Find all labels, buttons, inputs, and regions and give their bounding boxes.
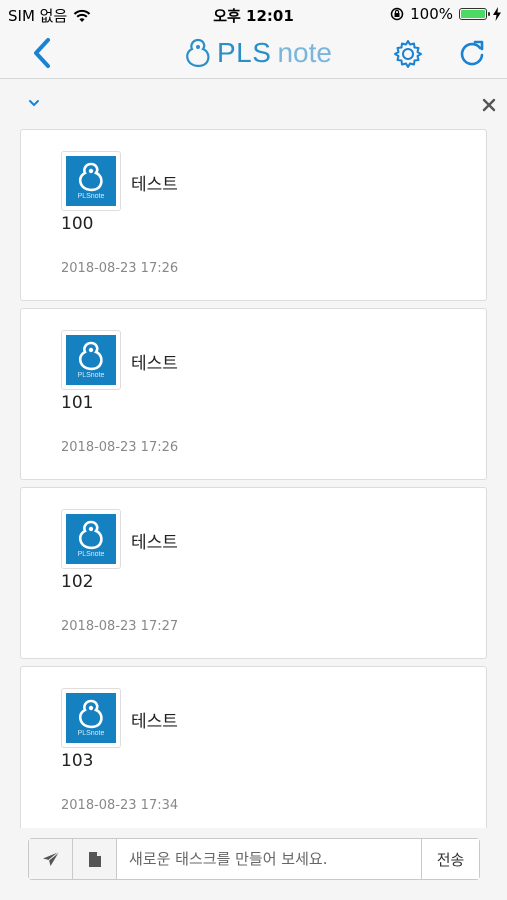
paper-plane-icon xyxy=(42,851,59,866)
card-author: 테스트 xyxy=(131,533,178,553)
task-card[interactable]: PLSnote 테스트 102 2018-08-23 17:27 xyxy=(20,487,487,659)
logo-mark-icon xyxy=(78,162,103,192)
battery-percent: 100% xyxy=(410,5,453,23)
chevron-down-icon[interactable] xyxy=(27,98,41,108)
status-right: 100% xyxy=(390,5,501,23)
file-icon xyxy=(88,851,101,867)
task-card[interactable]: PLSnote 테스트 101 2018-08-23 17:26 xyxy=(20,308,487,480)
app-avatar-image: PLSnote xyxy=(66,335,116,385)
avatar-caption: PLSnote xyxy=(77,551,105,558)
app-avatar-image: PLSnote xyxy=(66,156,116,206)
logo-mark-icon xyxy=(78,699,103,729)
back-button[interactable] xyxy=(28,36,58,70)
card-body: 102 xyxy=(61,572,94,592)
refresh-button[interactable] xyxy=(456,38,488,70)
card-timestamp: 2018-08-23 17:34 xyxy=(61,798,179,813)
settings-gear-button[interactable] xyxy=(392,38,424,70)
logo-mark-icon xyxy=(78,341,103,371)
app-avatar-image: PLSnote xyxy=(66,693,116,743)
card-timestamp: 2018-08-23 17:27 xyxy=(61,619,179,634)
logo-text-bold: PLS xyxy=(217,37,272,68)
charging-bolt-icon xyxy=(493,7,501,21)
attach-file-button[interactable] xyxy=(73,839,117,879)
logo-mark-icon xyxy=(186,38,210,67)
avatar: PLSnote xyxy=(61,688,121,748)
card-timestamp: 2018-08-23 17:26 xyxy=(61,261,179,276)
composer-input-group: 전송 xyxy=(28,838,480,880)
battery-icon xyxy=(459,8,490,20)
card-body: 101 xyxy=(61,393,94,413)
logo-text-light: note xyxy=(277,37,332,68)
submit-button[interactable]: 전송 xyxy=(421,839,479,879)
task-card[interactable]: PLSnote 테스트 103 2018-08-23 17:34 xyxy=(20,666,487,838)
avatar-caption: PLSnote xyxy=(77,193,105,200)
card-body: 100 xyxy=(61,214,94,234)
app-avatar-image: PLSnote xyxy=(66,514,116,564)
avatar: PLSnote xyxy=(61,330,121,390)
card-author: 테스트 xyxy=(131,712,178,732)
new-task-input[interactable] xyxy=(117,839,421,879)
status-bar: SIM 없음 오후 12:01 100% xyxy=(0,0,507,28)
avatar-caption: PLSnote xyxy=(77,730,105,737)
card-body: 103 xyxy=(61,751,94,771)
battery-fill xyxy=(461,10,485,18)
close-icon[interactable] xyxy=(482,98,496,112)
avatar-caption: PLSnote xyxy=(77,372,105,379)
rotation-lock-icon xyxy=(390,7,404,21)
avatar: PLSnote xyxy=(61,509,121,569)
logo-mark-icon xyxy=(78,520,103,550)
card-author: 테스트 xyxy=(131,354,178,374)
avatar: PLSnote xyxy=(61,151,121,211)
task-card[interactable]: PLSnote 테스트 100 2018-08-23 17:26 xyxy=(20,129,487,301)
composer-bar: 전송 xyxy=(0,828,507,900)
card-timestamp: 2018-08-23 17:26 xyxy=(61,440,179,455)
app-logo: PLS note xyxy=(185,36,332,70)
send-plane-button[interactable] xyxy=(29,839,73,879)
nav-bar: PLS note xyxy=(0,28,507,79)
card-author: 테스트 xyxy=(131,175,178,195)
